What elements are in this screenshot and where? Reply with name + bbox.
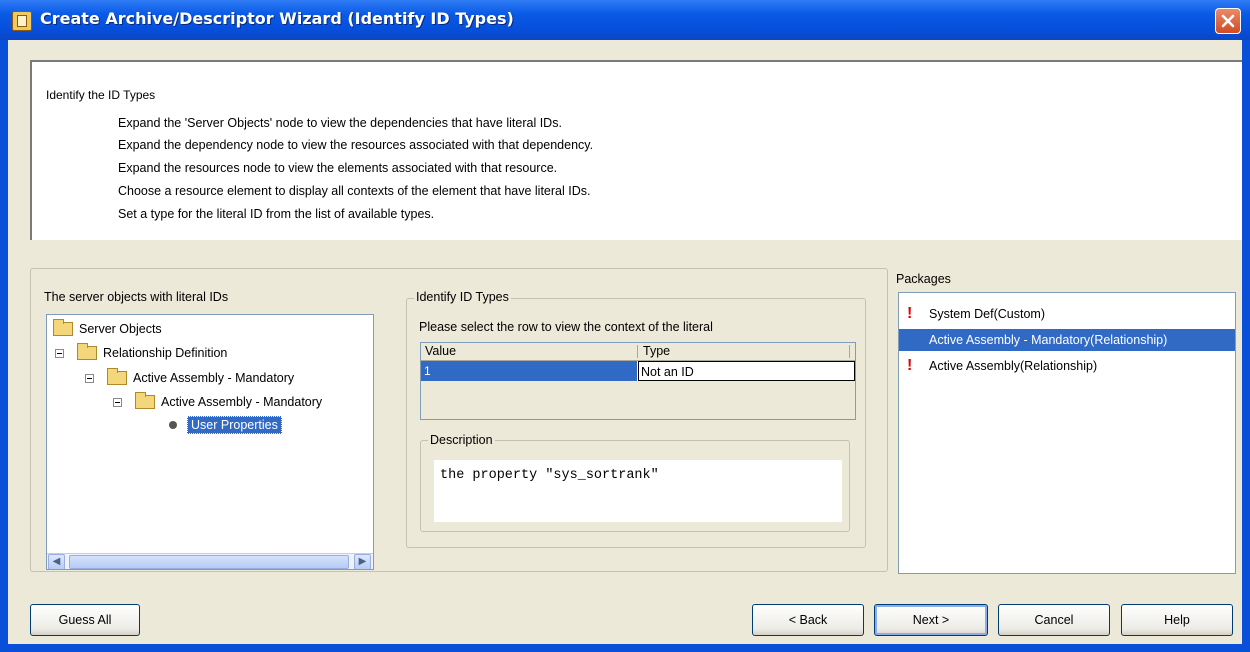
- list-item[interactable]: ! System Def(Custom): [899, 303, 1235, 325]
- tree-node-user-properties[interactable]: User Properties: [169, 415, 282, 435]
- package-label: Active Assembly - Mandatory(Relationship…: [929, 333, 1168, 347]
- wizard-window: Create Archive/Descriptor Wizard (Identi…: [0, 0, 1250, 652]
- tree-node-active-assembly-child[interactable]: Active Assembly - Mandatory: [113, 392, 322, 412]
- warning-icon: !: [907, 305, 913, 322]
- table-header: Value Type: [421, 343, 855, 361]
- list-item[interactable]: ! Active Assembly(Relationship): [899, 355, 1235, 377]
- column-divider[interactable]: [849, 345, 850, 358]
- cell-value[interactable]: 1: [421, 361, 637, 381]
- tree-node-label: Relationship Definition: [103, 346, 228, 360]
- tree-node-label: Server Objects: [79, 322, 162, 336]
- instruction-line: Expand the 'Server Objects' node to view…: [118, 116, 562, 130]
- scrollbar-thumb[interactable]: [69, 555, 349, 569]
- collapse-icon[interactable]: [85, 373, 94, 383]
- folder-icon: [107, 368, 127, 385]
- identify-id-types-label: Identify ID Types: [414, 290, 511, 304]
- server-objects-tree[interactable]: Server Objects Relationship Definition A…: [46, 314, 374, 570]
- packages-list[interactable]: ! System Def(Custom) Active Assembly - M…: [898, 292, 1236, 574]
- app-icon: [12, 11, 32, 31]
- cell-type[interactable]: Not an ID: [638, 361, 855, 381]
- instructions-panel: Identify the ID Types Expand the 'Server…: [30, 60, 1242, 240]
- list-item-selected[interactable]: Active Assembly - Mandatory(Relationship…: [899, 329, 1235, 351]
- scroll-right-icon[interactable]: ▶: [354, 554, 371, 569]
- collapse-icon[interactable]: [55, 348, 64, 358]
- collapse-icon[interactable]: [113, 397, 122, 407]
- scroll-left-icon[interactable]: ◀: [48, 554, 65, 569]
- leaf-bullet-icon: [169, 421, 177, 429]
- folder-icon: [77, 343, 97, 360]
- column-divider[interactable]: [637, 345, 638, 358]
- package-label: Active Assembly(Relationship): [929, 359, 1098, 373]
- table-row[interactable]: 1 Not an ID: [421, 361, 855, 381]
- warning-icon: !: [907, 357, 913, 374]
- folder-icon: [53, 319, 73, 336]
- server-objects-label: The server objects with literal IDs: [42, 290, 231, 304]
- column-header-value[interactable]: Value: [425, 344, 456, 358]
- literal-id-table[interactable]: Value Type 1 Not an ID: [420, 342, 856, 420]
- window-title: Create Archive/Descriptor Wizard (Identi…: [40, 9, 514, 28]
- cancel-button[interactable]: Cancel: [998, 604, 1110, 636]
- instruction-line: Choose a resource element to display all…: [118, 184, 591, 198]
- help-button[interactable]: Help: [1121, 604, 1233, 636]
- title-bar[interactable]: Create Archive/Descriptor Wizard (Identi…: [0, 0, 1250, 40]
- instructions-title: Identify the ID Types: [46, 88, 156, 102]
- tree-node-label: Active Assembly - Mandatory: [133, 371, 295, 385]
- tree-node-label: Active Assembly - Mandatory: [161, 395, 323, 409]
- tree-node-label-selected: User Properties: [187, 416, 282, 434]
- identify-prompt: Please select the row to view the contex…: [419, 320, 713, 334]
- tree-node-relationship-definition[interactable]: Relationship Definition: [55, 343, 227, 363]
- next-button[interactable]: Next >: [874, 604, 988, 636]
- instruction-line: Set a type for the literal ID from the l…: [118, 207, 435, 221]
- instruction-line: Expand the dependency node to view the r…: [118, 138, 594, 152]
- guess-all-button[interactable]: Guess All: [30, 604, 140, 636]
- tree-horizontal-scrollbar[interactable]: ◀ ▶: [47, 553, 373, 569]
- close-button[interactable]: [1215, 8, 1241, 34]
- description-text: the property "sys_sortrank": [440, 468, 659, 483]
- tree-node-active-assembly[interactable]: Active Assembly - Mandatory: [85, 368, 294, 388]
- packages-label: Packages: [896, 272, 951, 286]
- package-label: System Def(Custom): [929, 307, 1045, 321]
- description-label: Description: [428, 433, 495, 447]
- dialog-body: Identify the ID Types Expand the 'Server…: [8, 40, 1242, 644]
- back-button[interactable]: < Back: [752, 604, 864, 636]
- instruction-line: Expand the resources node to view the el…: [118, 161, 558, 175]
- description-box: the property "sys_sortrank": [434, 460, 842, 522]
- folder-icon: [135, 392, 155, 409]
- tree-node-server-objects[interactable]: Server Objects: [53, 319, 162, 339]
- close-icon: [1221, 14, 1235, 28]
- column-header-type[interactable]: Type: [643, 344, 670, 358]
